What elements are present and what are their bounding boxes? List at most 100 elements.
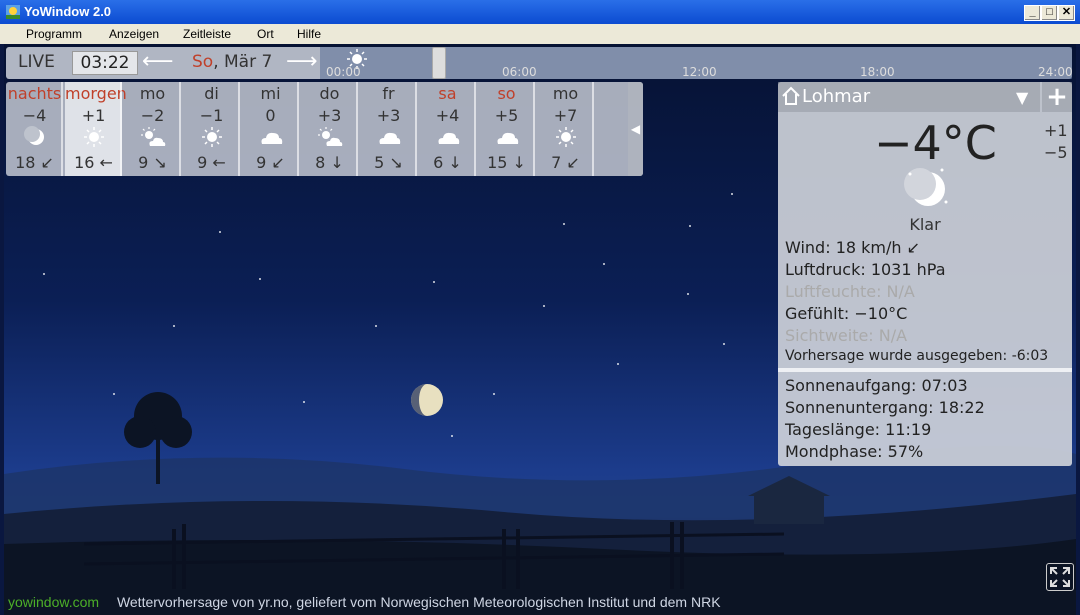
forecast-day[interactable]: morgen +1 16 ← [65,82,127,176]
date-weekday: So [192,52,214,72]
forecast-separator [179,82,181,176]
location-name: Lohmar [802,86,871,107]
current-time[interactable]: 03:22 [72,51,138,75]
menu-anzeigen[interactable]: Anzeigen [109,27,159,41]
timeline-bar: LIVE 03:22 ⟵ So, Mär 7 ⟶ 00:00 06:00 12:… [6,47,1073,79]
collapse-forecast-arrow-icon[interactable]: ◀ [628,82,643,176]
sun-icon [199,126,225,148]
forecast-day-name: so [497,84,516,103]
yowindow-app-icon [6,5,20,19]
sun-icon [553,126,579,148]
cloud-icon [376,126,402,148]
next-day-arrow-icon[interactable]: ⟶ [286,49,318,74]
sun-cloud-icon [317,126,343,148]
location-selector[interactable]: Lohmar ▼ [778,82,1040,112]
cloud-icon [494,126,520,148]
forecast-separator [533,82,535,176]
forecast-day[interactable]: so +5 15 ↓ [478,82,535,176]
tick-0600: 06:00 [502,65,537,79]
add-location-button[interactable]: + [1042,82,1072,112]
forecast-day-name: nachts [7,84,62,103]
forecast-day-temp: 0 [265,106,276,125]
credit-text: Wettervorhersage von yr.no, geliefert vo… [116,594,721,610]
forecast-day-temp: +5 [494,106,519,125]
forecast-day-name: mo [552,84,579,103]
forecast-day[interactable]: mi 0 9 ↙ [242,82,299,176]
forecast-day-wind: 9 ← [197,153,226,172]
menu-bar: Programm Anzeigen Zeitleiste Ort Hilfe [0,24,1080,44]
forecast-day[interactable]: do +3 8 ↓ [301,82,358,176]
forecast-day-temp: −4 [22,106,47,125]
menu-zeitleiste[interactable]: Zeitleiste [183,27,231,41]
forecast-day-wind: 18 ↙ [15,153,54,172]
forecast-day-name: mi [260,84,281,103]
sun-cloud-icon [140,126,166,148]
home-icon [782,86,800,105]
tick-1200: 12:00 [682,65,717,79]
temp-low: −5 [1044,143,1068,162]
minimize-button[interactable]: _ [1024,5,1041,21]
menu-ort[interactable]: Ort [257,27,274,41]
forecast-day[interactable]: mo −2 9 ↘ [124,82,181,176]
fullscreen-button[interactable] [1046,563,1074,591]
forecast-day-wind: 8 ↓ [315,153,344,172]
forecast-day[interactable]: sa +4 6 ↓ [419,82,476,176]
live-label[interactable]: LIVE [18,52,55,72]
forecast-day[interactable]: mo +7 7 ↙ [537,82,594,176]
forecast-day-temp: +7 [553,106,578,125]
forecast-day-wind: 15 ↓ [487,153,526,172]
temp-high: +1 [1044,121,1068,140]
feels-like-info: Gefühlt: −10°C [785,304,908,323]
forecast-issued-info: Vorhersage wurde ausgegeben: -6:03 [785,348,1049,364]
maximize-button[interactable]: □ [1041,5,1058,21]
current-date: So, Mär 7 [192,52,272,72]
timeline-handle[interactable] [432,47,446,79]
forecast-separator [592,82,594,176]
tick-2400: 24:00 [1038,65,1073,79]
footer: yowindow.com Wettervorhersage von yr.no,… [8,594,721,610]
weather-condition: Klar [909,215,941,234]
window-title: YoWindow 2.0 [24,4,112,19]
forecast-day[interactable]: di −1 9 ← [183,82,240,176]
tick-0000: 00:00 [326,65,361,79]
forecast-day-name: sa [438,84,457,103]
title-bar[interactable]: YoWindow 2.0 _ □ ✕ [0,0,1080,24]
moon-icon [904,168,948,206]
daylength-info: Tageslänge: 11:19 [785,420,932,439]
forecast-day-temp: +1 [81,106,106,125]
date-rest: , Mär 7 [213,52,273,72]
forecast-separator [356,82,358,176]
menu-programm[interactable]: Programm [26,27,82,41]
fullscreen-icon [1050,567,1070,587]
visibility-info: Sichtweite: N/A [785,326,908,345]
menu-hilfe[interactable]: Hilfe [297,27,321,41]
app-window: YoWindow 2.0 _ □ ✕ Programm Anzeigen Zei… [0,0,1080,615]
forecast-separator [297,82,299,176]
forecast-day-wind: 16 ← [74,153,113,172]
yowindow-link[interactable]: yowindow.com [8,594,99,610]
sunset-info: Sonnenuntergang: 18:22 [785,398,985,417]
cloud-icon [258,126,284,148]
close-button[interactable]: ✕ [1058,5,1075,21]
forecast-day-name: di [204,84,219,103]
forecast-day[interactable]: fr +3 5 ↘ [360,82,417,176]
forecast-day-temp: −2 [140,106,165,125]
forecast-separator [415,82,417,176]
forecast-day-temp: +3 [317,106,342,125]
forecast-day-wind: 7 ↙ [551,153,580,172]
forecast-day-name: do [319,84,340,103]
pressure-info: Luftdruck: 1031 hPa [785,260,946,279]
forecast-day-wind: 9 ↙ [256,153,285,172]
chevron-down-icon[interactable]: ▼ [1016,88,1028,107]
panel-divider [778,368,1072,372]
forecast-day-wind: 5 ↘ [374,153,403,172]
forecast-separator [61,82,63,176]
forecast-separator [474,82,476,176]
prev-day-arrow-icon[interactable]: ⟵ [142,49,174,74]
moonphase-info: Mondphase: 57% [785,442,924,461]
forecast-day-wind: 6 ↓ [433,153,462,172]
sun-icon [81,126,107,148]
moon-icon [22,126,48,148]
forecast-day[interactable]: nachts −4 18 ↙ [6,82,63,176]
forecast-separator [120,82,122,176]
